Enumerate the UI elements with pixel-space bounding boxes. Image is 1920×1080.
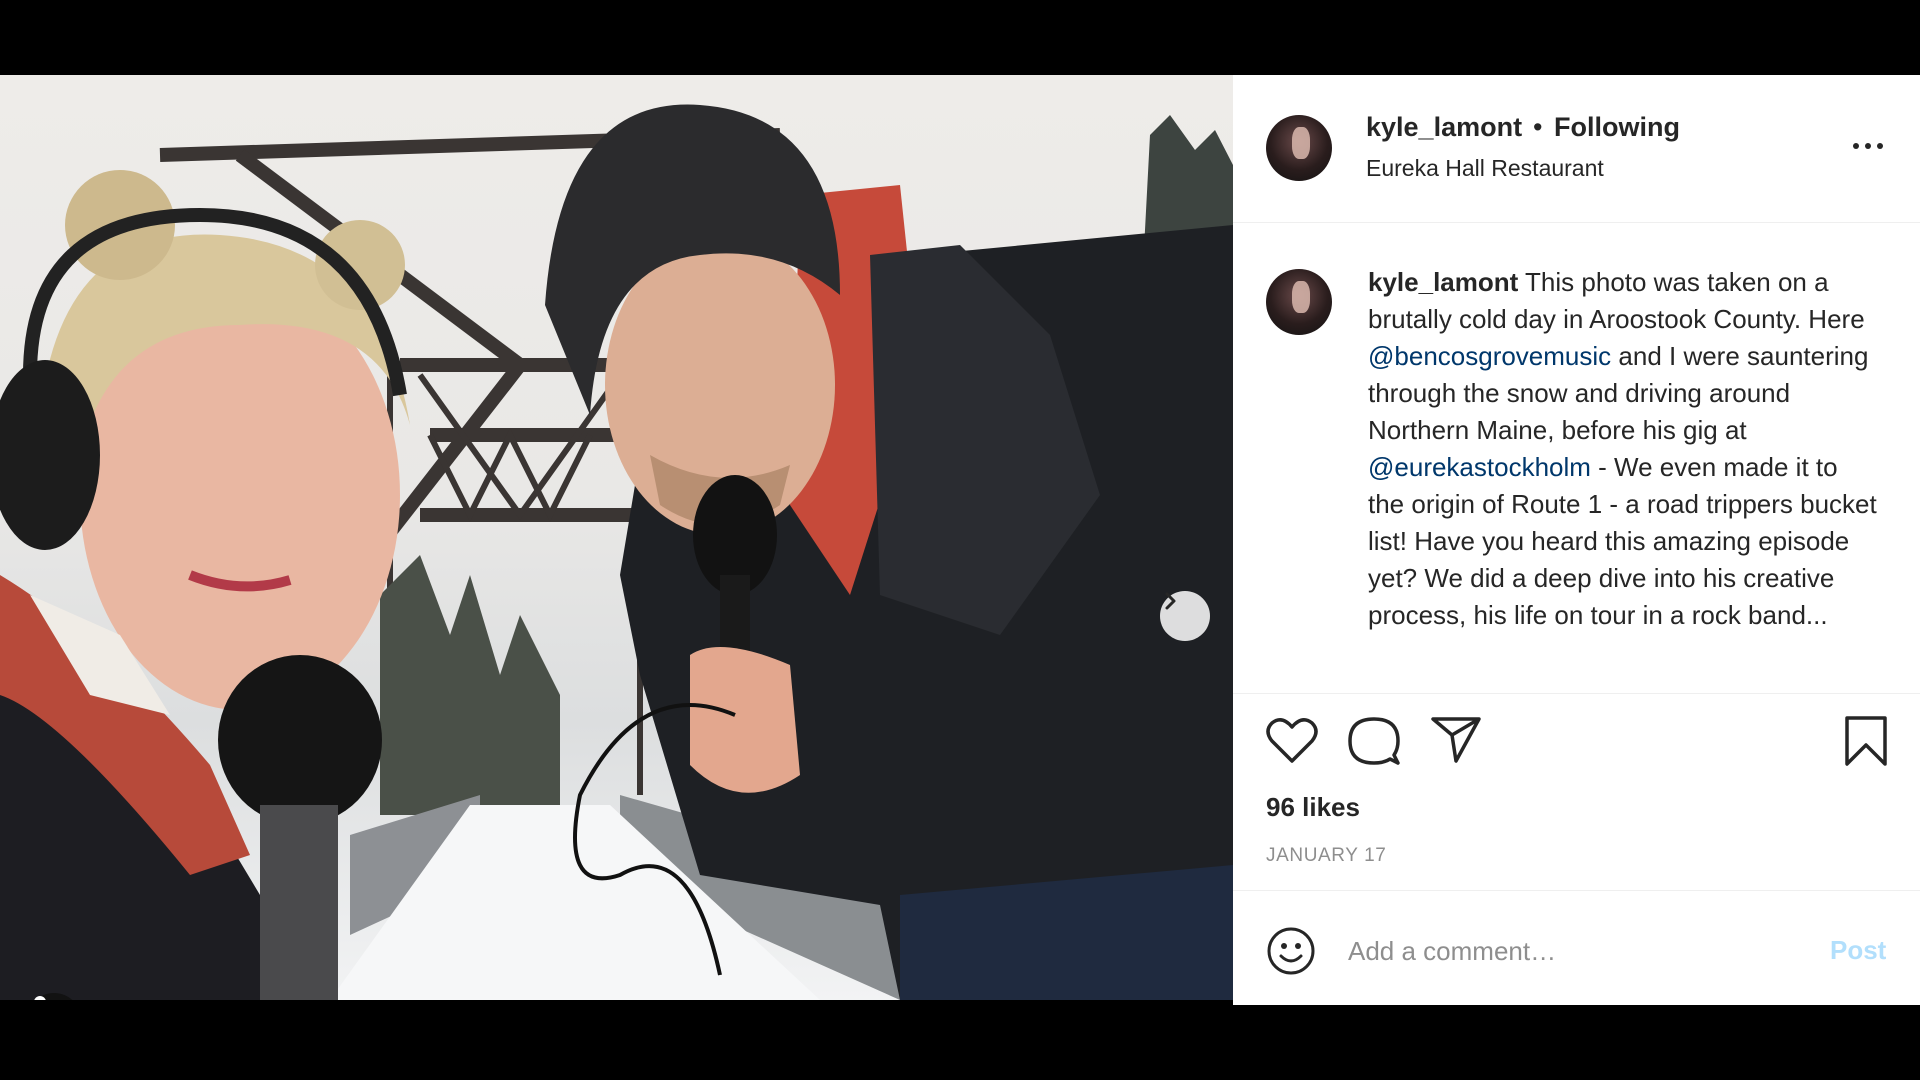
author-username[interactable]: kyle_lamont [1366,112,1522,143]
post-date[interactable]: JANUARY 17 [1266,845,1386,867]
photo-illustration [0,104,1233,1000]
post-photo[interactable] [0,75,1233,1000]
save-button[interactable] [1843,715,1889,772]
caption-text: kyle_lamont This photo was taken on a br… [1368,264,1878,634]
post-modal: kyle_lamont • Following Eureka Hall Rest… [0,0,1920,1080]
author-avatar[interactable] [1266,115,1332,181]
comment-input[interactable] [1348,921,1808,981]
chevron-right-icon [1165,592,1176,610]
caption-section[interactable]: kyle_lamont This photo was taken on a br… [1233,224,1920,694]
comment-icon [1348,717,1400,765]
paper-plane-icon [1431,717,1481,763]
post-comment-button[interactable]: Post [1830,935,1886,966]
comment-button[interactable] [1348,715,1400,772]
next-photo-button[interactable] [1160,591,1210,641]
user-tag-icon [34,996,46,1000]
post-sidebar: kyle_lamont • Following Eureka Hall Rest… [1233,75,1920,1005]
more-options-icon[interactable] [1853,131,1893,161]
mention-bencosgrovemusic[interactable]: @bencosgrovemusic [1368,341,1611,371]
likes-count[interactable]: 96 likes [1266,792,1360,823]
post-header: kyle_lamont • Following Eureka Hall Rest… [1233,75,1920,223]
caption-avatar[interactable] [1266,269,1332,335]
location-link[interactable]: Eureka Hall Restaurant [1366,155,1604,182]
emoji-icon [1267,927,1315,975]
heart-icon [1266,718,1318,763]
emoji-button[interactable] [1266,926,1316,981]
caption-username[interactable]: kyle_lamont [1368,267,1518,297]
mention-eurekastockholm[interactable]: @eurekastockholm [1368,452,1591,482]
comment-bar: Post [1233,890,1920,1005]
share-button[interactable] [1430,715,1482,770]
like-button[interactable] [1266,715,1318,770]
following-button[interactable]: Following [1554,112,1680,143]
separator-dot: • [1533,112,1543,142]
bookmark-icon [1845,716,1887,766]
action-bar [1233,695,1920,775]
